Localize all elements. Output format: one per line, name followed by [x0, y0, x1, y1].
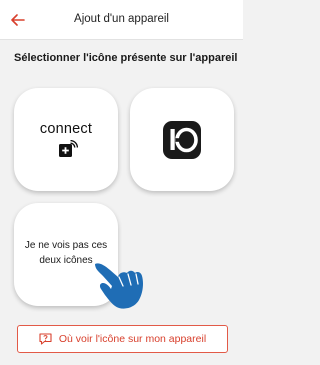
no-icon-option-card[interactable]: Je ne vois pas ces deux icônes [14, 203, 143, 309]
question-message-icon [39, 333, 52, 345]
page-title: Ajout d'un appareil [74, 13, 169, 25]
connect-plus-signal-icon [59, 140, 78, 157]
connect-option-card[interactable]: connect [14, 88, 118, 191]
instruction-text: Sélectionner l'icône présente sur l'appa… [14, 52, 238, 64]
pointing-hand-icon [95, 263, 143, 309]
where-to-find-icon-label: Où voir l'icône sur mon appareil [58, 333, 207, 345]
connect-label: connect [39, 121, 93, 137]
app-bar: Ajout d'un appareil [0, 0, 243, 40]
where-to-find-icon-button[interactable]: Où voir l'icône sur mon appareil [17, 325, 228, 353]
back-button[interactable] [6, 8, 30, 32]
io-logo-icon [163, 121, 201, 159]
arrow-left-icon [11, 14, 25, 26]
io-option-card[interactable] [130, 88, 234, 191]
